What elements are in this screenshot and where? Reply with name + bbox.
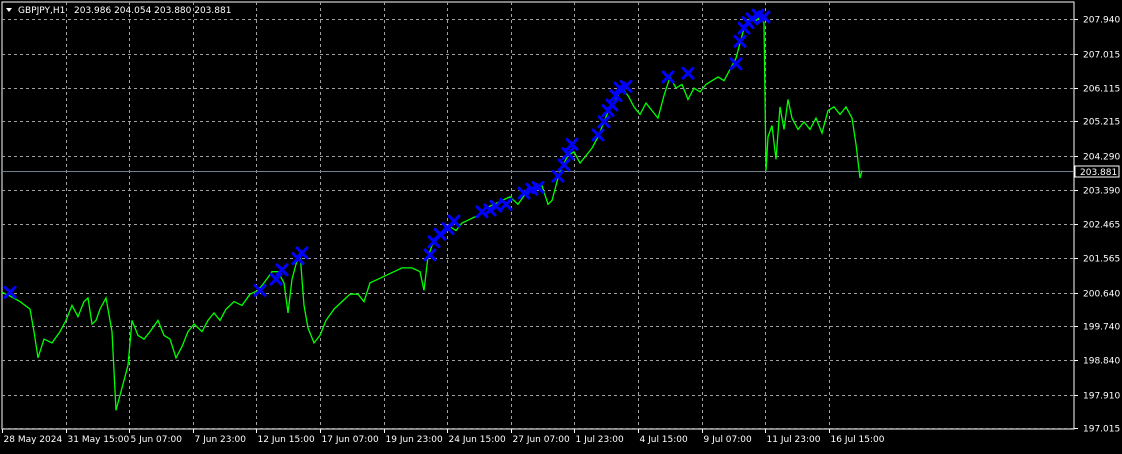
symbol-label: GBPJPY,H1 <box>18 6 65 16</box>
price-series-line <box>1 16 863 411</box>
plot-area-border <box>1 1 1075 430</box>
signal-markers <box>3 8 771 299</box>
y-tick-label: 207.940 <box>1083 16 1120 26</box>
y-tick-label: 201.565 <box>1083 255 1120 265</box>
signal-x-marker <box>681 66 695 80</box>
quote-values: 203.986 204.054 203.880 203.881 <box>74 6 231 16</box>
signal-x-marker <box>557 158 571 172</box>
x-tick-label: 7 Jun 23:00 <box>195 435 247 445</box>
x-tick-label: 28 May 2024 <box>4 435 63 445</box>
signal-x-marker <box>597 115 611 129</box>
x-tick-label: 31 May 15:00 <box>68 435 130 445</box>
x-tick-label: 24 Jun 15:00 <box>449 435 506 445</box>
x-tick-label: 5 Jun 07:00 <box>131 435 183 445</box>
y-tick-label: 207.015 <box>1083 51 1120 61</box>
current-price-tag: 203.881 <box>1074 165 1120 178</box>
y-tick-label: 206.115 <box>1083 85 1120 95</box>
dropdown-triangle-icon[interactable] <box>6 8 12 12</box>
x-tick-label: 1 Jul 23:00 <box>576 435 625 445</box>
chart-header: GBPJPY,H1 203.986 204.054 203.880 203.88… <box>6 6 231 16</box>
price-axis: 207.940 207.015 206.115 205.215 204.290 203.3… <box>1074 16 1120 435</box>
x-tick-label: 12 Jun 15:00 <box>258 435 315 445</box>
signal-x-marker <box>591 128 605 142</box>
x-tick-label: 27 Jun 07:00 <box>513 435 570 445</box>
x-tick-label: 11 Jul 23:00 <box>767 435 821 445</box>
x-tick-label: 16 Jul 15:00 <box>831 435 885 445</box>
y-tick-label: 204.290 <box>1083 153 1120 163</box>
grid-lines <box>2 2 1074 429</box>
x-tick-label: 19 Jun 23:00 <box>386 435 443 445</box>
y-tick-label: 197.910 <box>1083 392 1120 402</box>
chart-window[interactable]: 207.940 207.015 206.115 205.215 204.290 203.3… <box>0 0 1122 450</box>
y-tick-label: 205.215 <box>1083 118 1120 128</box>
current-price-tag-text: 203.881 <box>1080 168 1117 178</box>
signal-x-marker <box>499 197 513 211</box>
y-tick-label: 197.015 <box>1083 425 1120 435</box>
price-chart[interactable]: 207.940 207.015 206.115 205.215 204.290 203.3… <box>0 0 1122 450</box>
signal-x-marker <box>661 70 675 84</box>
y-tick-label: 198.840 <box>1083 357 1120 367</box>
x-tick-label: 9 Jul 07:00 <box>704 435 753 445</box>
y-tick-label: 200.640 <box>1083 290 1120 300</box>
y-tick-label: 203.390 <box>1083 187 1120 197</box>
y-tick-label: 202.465 <box>1083 221 1120 231</box>
x-tick-label: 4 Jul 15:00 <box>640 435 689 445</box>
x-tick-label: 17 Jun 07:00 <box>322 435 379 445</box>
time-axis: 28 May 2024 31 May 15:00 5 Jun 07:00 7 Jun … <box>2 429 885 445</box>
y-tick-label: 199.740 <box>1083 323 1120 333</box>
